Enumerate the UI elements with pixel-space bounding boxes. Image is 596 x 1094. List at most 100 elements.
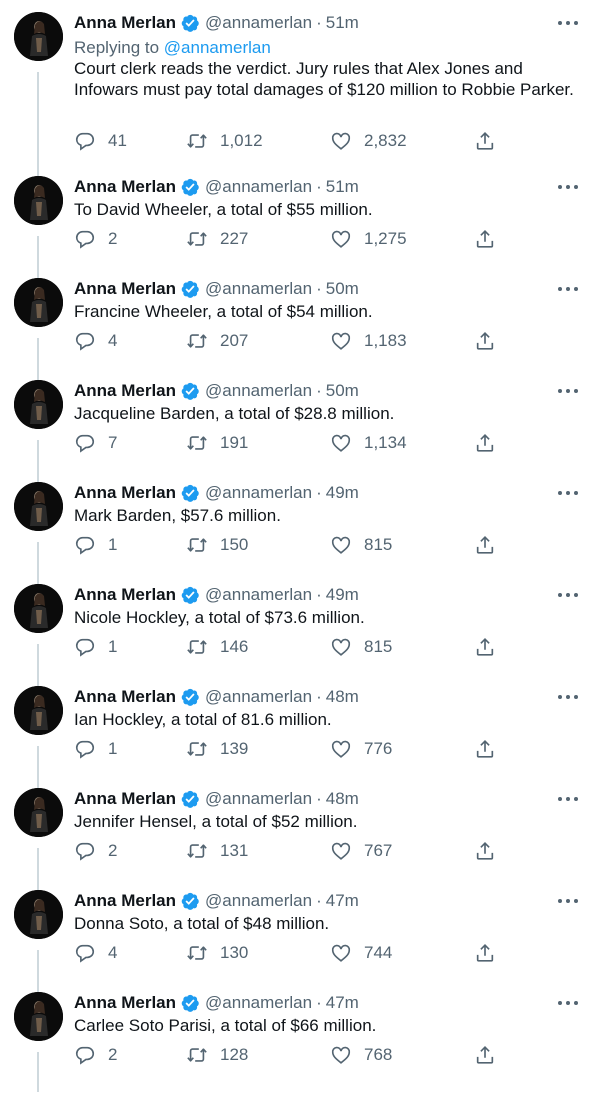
avatar[interactable] bbox=[14, 788, 63, 837]
author-name[interactable]: Anna Merlan bbox=[74, 585, 176, 605]
share-button[interactable] bbox=[474, 940, 496, 966]
retweet-button[interactable]: 207 bbox=[186, 328, 248, 354]
like-button[interactable]: 767 bbox=[330, 838, 392, 864]
author-handle[interactable]: @annamerlan bbox=[205, 483, 312, 503]
like-button[interactable]: 1,134 bbox=[330, 430, 407, 456]
more-options-icon[interactable] bbox=[556, 180, 580, 194]
avatar[interactable] bbox=[14, 482, 63, 531]
author-name[interactable]: Anna Merlan bbox=[74, 177, 176, 197]
author-handle[interactable]: @annamerlan bbox=[205, 993, 312, 1013]
share-button[interactable] bbox=[474, 128, 496, 154]
author-name[interactable]: Anna Merlan bbox=[74, 13, 176, 33]
retweet-button[interactable]: 191 bbox=[186, 430, 248, 456]
more-options-icon[interactable] bbox=[556, 384, 580, 398]
author-handle[interactable]: @annamerlan bbox=[205, 13, 312, 33]
retweet-button[interactable]: 150 bbox=[186, 532, 248, 558]
tweet-4[interactable]: Anna Merlan @annamerlan · 50m Jacqueline… bbox=[0, 380, 596, 492]
tweet-10[interactable]: Anna Merlan @annamerlan · 47m Carlee Sot… bbox=[0, 992, 596, 1094]
author-name[interactable]: Anna Merlan bbox=[74, 279, 176, 299]
more-options-icon[interactable] bbox=[556, 486, 580, 500]
avatar[interactable] bbox=[14, 686, 63, 735]
more-options-icon[interactable] bbox=[556, 16, 580, 30]
reply-button[interactable]: 2 bbox=[74, 226, 117, 252]
like-button[interactable]: 768 bbox=[330, 1042, 392, 1068]
tweet-8[interactable]: Anna Merlan @annamerlan · 48m Jennifer H… bbox=[0, 788, 596, 900]
tweet-5[interactable]: Anna Merlan @annamerlan · 49m Mark Barde… bbox=[0, 482, 596, 594]
more-options-icon[interactable] bbox=[556, 792, 580, 806]
like-button[interactable]: 776 bbox=[330, 736, 392, 762]
retweet-button[interactable]: 128 bbox=[186, 1042, 248, 1068]
share-button[interactable] bbox=[474, 430, 496, 456]
tweet-timestamp[interactable]: 50m bbox=[326, 381, 359, 401]
share-button[interactable] bbox=[474, 634, 496, 660]
like-button[interactable]: 1,183 bbox=[330, 328, 407, 354]
retweet-button[interactable]: 131 bbox=[186, 838, 248, 864]
author-handle[interactable]: @annamerlan bbox=[205, 177, 312, 197]
reply-button[interactable]: 1 bbox=[74, 634, 117, 660]
like-button[interactable]: 744 bbox=[330, 940, 392, 966]
more-options-icon[interactable] bbox=[556, 996, 580, 1010]
avatar[interactable] bbox=[14, 890, 63, 939]
tweet-timestamp[interactable]: 47m bbox=[326, 993, 359, 1013]
share-button[interactable] bbox=[474, 736, 496, 762]
retweet-button[interactable]: 139 bbox=[186, 736, 248, 762]
tweet-timestamp[interactable]: 49m bbox=[326, 585, 359, 605]
more-options-icon[interactable] bbox=[556, 690, 580, 704]
tweet-timestamp[interactable]: 49m bbox=[326, 483, 359, 503]
retweet-button[interactable]: 1,012 bbox=[186, 128, 263, 154]
reply-button[interactable]: 1 bbox=[74, 736, 117, 762]
reply-button[interactable]: 7 bbox=[74, 430, 117, 456]
avatar[interactable] bbox=[14, 584, 63, 633]
tweet-timestamp[interactable]: 50m bbox=[326, 279, 359, 299]
tweet-6[interactable]: Anna Merlan @annamerlan · 49m Nicole Hoc… bbox=[0, 584, 596, 696]
more-options-icon[interactable] bbox=[556, 282, 580, 296]
author-name[interactable]: Anna Merlan bbox=[74, 687, 176, 707]
tweet-3[interactable]: Anna Merlan @annamerlan · 50m Francine W… bbox=[0, 278, 596, 390]
share-button[interactable] bbox=[474, 838, 496, 864]
share-button[interactable] bbox=[474, 226, 496, 252]
author-handle[interactable]: @annamerlan bbox=[205, 381, 312, 401]
author-name[interactable]: Anna Merlan bbox=[74, 891, 176, 911]
tweet-timestamp[interactable]: 51m bbox=[326, 177, 359, 197]
tweet-1[interactable]: Anna Merlan @annamerlan · 51m Replying t… bbox=[0, 12, 596, 182]
like-button[interactable]: 2,832 bbox=[330, 128, 407, 154]
like-button[interactable]: 815 bbox=[330, 634, 392, 660]
retweet-button[interactable]: 227 bbox=[186, 226, 248, 252]
share-button[interactable] bbox=[474, 1042, 496, 1068]
author-name[interactable]: Anna Merlan bbox=[74, 993, 176, 1013]
share-button[interactable] bbox=[474, 328, 496, 354]
author-name[interactable]: Anna Merlan bbox=[74, 381, 176, 401]
tweet-timestamp[interactable]: 48m bbox=[326, 789, 359, 809]
avatar[interactable] bbox=[14, 992, 63, 1041]
share-button[interactable] bbox=[474, 532, 496, 558]
more-options-icon[interactable] bbox=[556, 588, 580, 602]
tweet-timestamp[interactable]: 51m bbox=[326, 13, 359, 33]
reply-button[interactable]: 41 bbox=[74, 128, 127, 154]
tweet-2[interactable]: Anna Merlan @annamerlan · 51m To David W… bbox=[0, 176, 596, 288]
author-handle[interactable]: @annamerlan bbox=[205, 891, 312, 911]
more-options-icon[interactable] bbox=[556, 894, 580, 908]
tweet-timestamp[interactable]: 47m bbox=[326, 891, 359, 911]
reply-button[interactable]: 4 bbox=[74, 940, 117, 966]
reply-button[interactable]: 1 bbox=[74, 532, 117, 558]
replying-to-link[interactable]: @annamerlan bbox=[164, 38, 271, 57]
author-name[interactable]: Anna Merlan bbox=[74, 483, 176, 503]
avatar[interactable] bbox=[14, 278, 63, 327]
avatar[interactable] bbox=[14, 380, 63, 429]
retweet-button[interactable]: 146 bbox=[186, 634, 248, 660]
like-button[interactable]: 815 bbox=[330, 532, 392, 558]
author-name[interactable]: Anna Merlan bbox=[74, 789, 176, 809]
reply-button[interactable]: 2 bbox=[74, 1042, 117, 1068]
tweet-timestamp[interactable]: 48m bbox=[326, 687, 359, 707]
tweet-7[interactable]: Anna Merlan @annamerlan · 48m Ian Hockle… bbox=[0, 686, 596, 798]
like-button[interactable]: 1,275 bbox=[330, 226, 407, 252]
avatar[interactable] bbox=[14, 12, 63, 61]
reply-button[interactable]: 4 bbox=[74, 328, 117, 354]
reply-button[interactable]: 2 bbox=[74, 838, 117, 864]
tweet-9[interactable]: Anna Merlan @annamerlan · 47m Donna Soto… bbox=[0, 890, 596, 1002]
retweet-button[interactable]: 130 bbox=[186, 940, 248, 966]
avatar[interactable] bbox=[14, 176, 63, 225]
author-handle[interactable]: @annamerlan bbox=[205, 585, 312, 605]
author-handle[interactable]: @annamerlan bbox=[205, 789, 312, 809]
author-handle[interactable]: @annamerlan bbox=[205, 279, 312, 299]
